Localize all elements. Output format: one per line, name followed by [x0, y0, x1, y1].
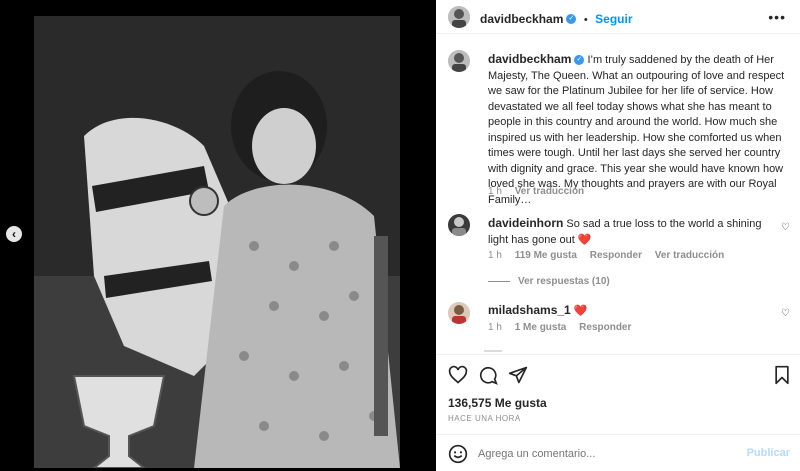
- header-username[interactable]: davidbeckham: [480, 12, 563, 26]
- reply-button[interactable]: Responder: [590, 250, 642, 261]
- action-bar: [436, 354, 800, 394]
- comment-like-heart-icon[interactable]: ♡: [781, 308, 790, 319]
- comment-username[interactable]: davideinhorn: [488, 216, 563, 230]
- reply-button[interactable]: Responder: [579, 322, 631, 333]
- bookmark-icon[interactable]: [772, 365, 792, 385]
- comment-like-heart-icon[interactable]: ♡: [781, 222, 790, 233]
- comment-1-meta: 1 h 119 Me gusta Responder Ver traducció…: [488, 250, 724, 261]
- post-sidebar: davidbeckham ✓ • Seguir ••• davidbeckham ✓…: [436, 0, 800, 471]
- post-comment-button[interactable]: Publicar: [747, 447, 790, 459]
- comment-avatar[interactable]: [448, 214, 470, 236]
- likes-count[interactable]: 136,575 Me gusta: [448, 396, 547, 410]
- comment-likes[interactable]: 119 Me gusta: [515, 250, 577, 261]
- comment-bar: Publicar: [436, 434, 800, 471]
- caption-username[interactable]: davidbeckham: [488, 52, 571, 66]
- separator-dot: •: [583, 14, 588, 26]
- comment-avatar[interactable]: [448, 302, 470, 324]
- post-header: davidbeckham ✓ • Seguir •••: [436, 0, 800, 34]
- caption-avatar[interactable]: [448, 50, 470, 72]
- comment-translate-link[interactable]: Ver traducción: [655, 250, 724, 261]
- post-image-art: [34, 16, 400, 468]
- view-replies-label: Ver respuestas (10): [518, 276, 610, 287]
- scroll-hint: [484, 350, 502, 352]
- comment-icon[interactable]: [478, 365, 498, 385]
- follow-button[interactable]: Seguir: [595, 12, 632, 26]
- comment-2: miladshams_1 ❤️: [488, 303, 768, 320]
- caption: davidbeckham ✓ I’m truly saddened by the …: [488, 52, 788, 208]
- caption-time[interactable]: 1 h: [488, 186, 502, 197]
- comment-likes[interactable]: 1 Me gusta: [515, 322, 567, 333]
- view-replies-button[interactable]: Ver respuestas (10): [488, 276, 610, 287]
- caption-meta: 1 h Ver traducción: [488, 186, 584, 197]
- caption-text: I’m truly saddened by the death of Her M…: [488, 54, 785, 206]
- post-image[interactable]: [34, 16, 400, 468]
- comment-time[interactable]: 1 h: [488, 250, 502, 261]
- photo-pane: ‹: [0, 0, 436, 471]
- emoji-icon[interactable]: [448, 444, 468, 464]
- previous-arrow-icon[interactable]: ‹: [6, 226, 22, 242]
- comment-1: davideinhorn So sad a true loss to the w…: [488, 216, 768, 248]
- comment-username[interactable]: miladshams_1: [488, 303, 571, 317]
- comment-input[interactable]: [478, 448, 718, 460]
- comment-text: ❤️: [573, 305, 588, 317]
- share-icon[interactable]: [508, 365, 528, 385]
- verified-icon: ✓: [566, 13, 577, 24]
- caption-translate-link[interactable]: Ver traducción: [515, 186, 584, 197]
- replies-line: [488, 280, 510, 282]
- post-time[interactable]: HACE UNA HORA: [448, 414, 521, 423]
- verified-icon: ✓: [574, 55, 585, 66]
- avatar[interactable]: [448, 6, 470, 28]
- like-heart-icon[interactable]: [448, 365, 468, 385]
- comment-time[interactable]: 1 h: [488, 322, 502, 333]
- more-icon[interactable]: •••: [768, 9, 786, 25]
- comment-2-meta: 1 h 1 Me gusta Responder: [488, 322, 631, 333]
